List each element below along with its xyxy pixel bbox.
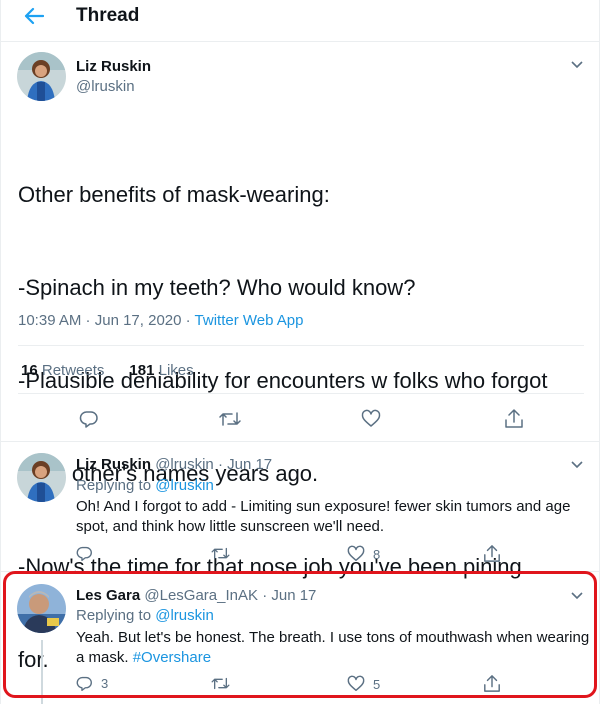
reply-button[interactable]: [76, 545, 93, 562]
reply-text: Oh! And I forgot to add - Limiting sun e…: [76, 497, 591, 537]
reply-header: Liz Ruskin @lruskin · Jun 17: [76, 456, 272, 473]
retweet-button[interactable]: [219, 410, 241, 428]
replying-to: Replying to @lruskin: [76, 477, 214, 494]
chevron-down-icon[interactable]: [570, 60, 584, 70]
divider: [18, 345, 584, 346]
reply-button[interactable]: [79, 409, 99, 429]
reply-icon: [79, 411, 98, 428]
thread-page: Thread Liz Ruskin @lruskin Other benefit…: [0, 0, 600, 704]
retweet-icon: [211, 547, 230, 560]
chevron-down-icon[interactable]: [570, 460, 584, 470]
reply-icon: [76, 546, 92, 561]
client-link[interactable]: Twitter Web App: [195, 312, 304, 329]
likes-stat[interactable]: 181 Likes: [129, 362, 193, 379]
back-button[interactable]: [19, 4, 49, 28]
likes-label: Likes: [158, 362, 194, 379]
tweet-meta: 10:39 AM · Jun 17, 2020 · Twitter Web Ap…: [18, 312, 304, 329]
like-icon: [361, 409, 381, 427]
thread-header: Thread: [1, 0, 599, 42]
replying-label: Replying to: [76, 477, 152, 494]
like-count: 8: [373, 546, 381, 562]
tweet-time[interactable]: 10:39 AM: [18, 312, 81, 329]
tweet-stats: 16 Retweets 181 Likes: [21, 362, 194, 379]
like-button[interactable]: 8: [347, 545, 380, 563]
reply-text-line: Oh! And I forgot to add - Limiting sun e…: [76, 498, 571, 515]
author-handle[interactable]: @lruskin: [155, 456, 214, 473]
likes-count: 181: [129, 362, 155, 379]
avatar[interactable]: [17, 453, 66, 502]
tweet-date[interactable]: Jun 17, 2020: [95, 312, 182, 329]
highlight-annotation-box: [3, 571, 597, 698]
reply-text-line: spot, and think how little sunscreen we'…: [76, 518, 385, 535]
like-button[interactable]: [361, 409, 381, 429]
author-handle[interactable]: @lruskin: [76, 78, 135, 95]
like-icon: [347, 545, 365, 562]
author-name[interactable]: Liz Ruskin: [76, 456, 151, 473]
reply-date[interactable]: · Jun 17: [218, 456, 272, 473]
retweets-count: 16: [21, 362, 38, 379]
share-icon: [505, 409, 523, 428]
divider: [18, 393, 584, 394]
retweet-icon: [219, 412, 241, 426]
avatar[interactable]: [17, 52, 66, 101]
retweets-label: Retweets: [41, 362, 105, 379]
tweet-text-line: Other benefits of mask-wearing:: [18, 182, 330, 207]
divider: [1, 441, 599, 442]
back-arrow-icon: [24, 7, 44, 25]
page-title: Thread: [76, 5, 140, 26]
share-button[interactable]: [483, 544, 501, 563]
separator: ·: [181, 312, 195, 329]
author-name[interactable]: Liz Ruskin: [76, 58, 151, 75]
tweet-text-line: -Spinach in my teeth? Who would know?: [18, 275, 416, 300]
share-icon: [484, 545, 500, 562]
retweets-stat[interactable]: 16 Retweets: [21, 362, 104, 379]
separator: ·: [81, 312, 95, 329]
replying-handle-link[interactable]: @lruskin: [155, 477, 214, 494]
retweet-button[interactable]: [211, 546, 230, 561]
share-button[interactable]: [504, 408, 524, 429]
